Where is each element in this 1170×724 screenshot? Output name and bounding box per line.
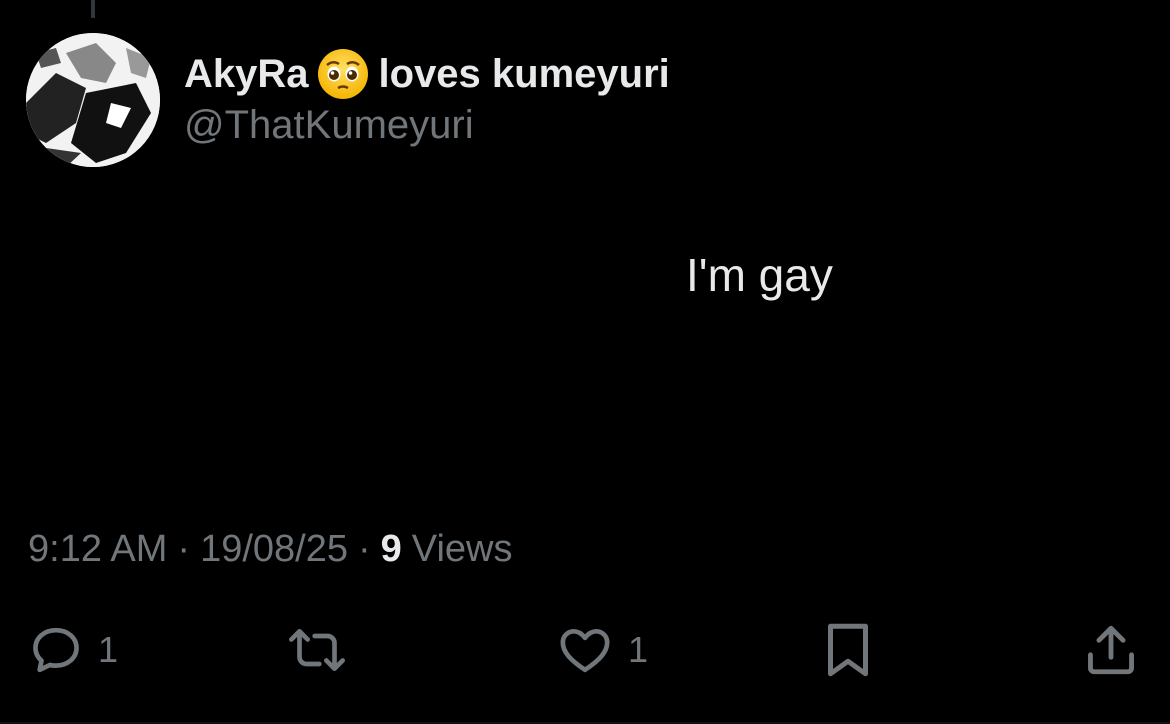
author-name: AkyRa — [184, 51, 309, 96]
author-handle[interactable]: @ThatKumeyuri — [184, 103, 474, 148]
tweet-time[interactable]: 9:12 AM — [28, 528, 167, 571]
avatar[interactable] — [26, 33, 160, 167]
reply-count: 1 — [98, 629, 119, 670]
retweet-icon — [289, 629, 345, 671]
reply-button[interactable]: 1 — [28, 620, 118, 680]
views-label[interactable]: Views — [412, 528, 513, 571]
retweet-button[interactable] — [284, 620, 350, 680]
meta-separator: · — [358, 528, 371, 570]
avatar-image — [26, 33, 160, 167]
thread-connector-line — [91, 0, 95, 18]
meta-separator: · — [177, 528, 191, 570]
bookmark-icon — [828, 623, 868, 677]
author-display-name[interactable]: AkyRa loves kumeyuri — [184, 48, 670, 100]
like-count: 1 — [628, 629, 649, 670]
tweet-date[interactable]: 19/08/25 — [200, 528, 348, 571]
views-count[interactable]: 9 — [381, 528, 402, 571]
share-icon — [1088, 625, 1134, 675]
tweet-text: I'm gay — [686, 249, 833, 301]
heart-icon — [560, 629, 610, 673]
pleading-face-emoji-icon — [315, 46, 371, 102]
bookmark-button[interactable] — [822, 620, 874, 680]
share-button[interactable] — [1082, 620, 1140, 680]
like-button[interactable]: 1 — [556, 620, 648, 680]
tweet-meta: 9:12 AM · 19/08/25 · 9 Views — [28, 528, 512, 571]
reply-icon — [33, 627, 79, 673]
author-name-suffix: loves kumeyuri — [378, 51, 670, 96]
